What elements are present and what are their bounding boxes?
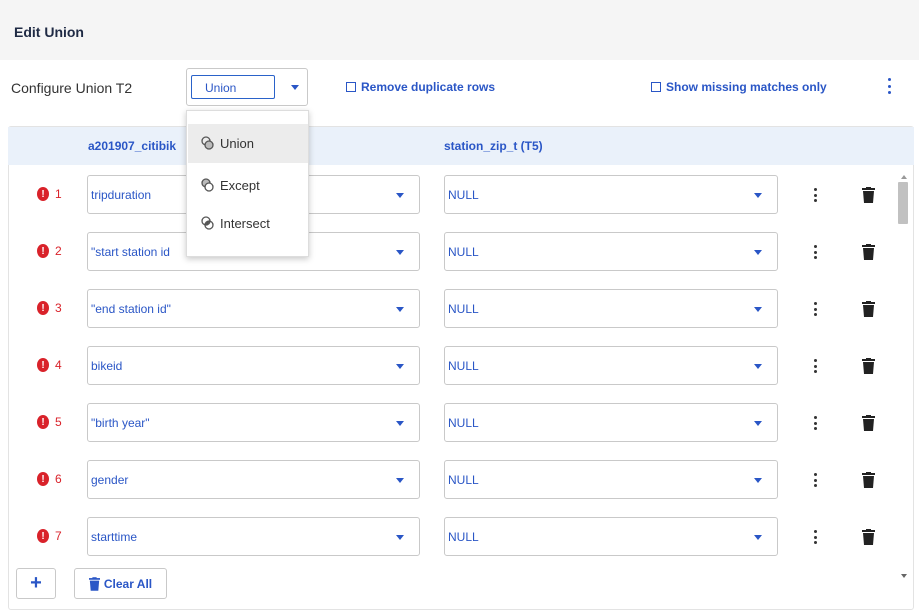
dialog-title: Edit Union <box>14 24 84 40</box>
union-type-value-box: Union <box>191 75 275 99</box>
vertical-scrollbar[interactable] <box>896 166 912 584</box>
trash-icon[interactable] <box>862 358 875 374</box>
chevron-down-icon <box>754 250 762 255</box>
trash-icon[interactable] <box>862 187 875 203</box>
trash-icon[interactable] <box>862 472 875 488</box>
trash-icon[interactable] <box>862 529 875 545</box>
left-column-select[interactable]: "end station id" <box>87 289 420 328</box>
chevron-down-icon <box>396 193 404 198</box>
menu-item-label: Except <box>220 178 260 193</box>
row-number: ! 4 <box>37 358 62 372</box>
column-header-right: station_zip_t (T5) <box>444 139 543 153</box>
right-column-select[interactable]: NULL <box>444 175 778 214</box>
right-column-select[interactable]: NULL <box>444 289 778 328</box>
row-number: ! 1 <box>37 187 62 201</box>
clear-all-button[interactable]: Clear All <box>74 568 167 599</box>
menu-item-intersect[interactable]: Intersect <box>188 204 308 243</box>
set-except-icon <box>201 178 214 192</box>
error-icon: ! <box>37 244 49 258</box>
chevron-down-icon <box>396 421 404 426</box>
row-number: ! 3 <box>37 301 62 315</box>
row-options-icon[interactable] <box>812 245 818 259</box>
right-column-select[interactable]: NULL <box>444 232 778 271</box>
table-header: a201907_citibik station_zip_t (T5) <box>8 127 914 165</box>
right-column-select[interactable]: NULL <box>444 346 778 385</box>
trash-icon <box>88 576 100 591</box>
error-icon: ! <box>37 301 49 315</box>
error-icon: ! <box>37 187 49 201</box>
scroll-up-icon[interactable] <box>901 175 907 179</box>
row-number: ! 6 <box>37 472 62 486</box>
left-column-select[interactable]: bikeid <box>87 346 420 385</box>
trash-icon[interactable] <box>862 301 875 317</box>
dialog-header: Edit Union <box>0 0 919 60</box>
chevron-down-icon <box>291 85 299 90</box>
error-icon: ! <box>37 415 49 429</box>
right-column-select[interactable]: NULL <box>444 403 778 442</box>
union-type-select[interactable]: Union <box>186 68 308 106</box>
chevron-down-icon <box>396 478 404 483</box>
row-options-icon[interactable] <box>812 188 818 202</box>
right-column-select[interactable]: NULL <box>444 517 778 556</box>
column-header-left: a201907_citibik <box>88 139 177 153</box>
union-type-value: Union <box>205 81 237 95</box>
chevron-down-icon <box>754 364 762 369</box>
chevron-down-icon <box>396 535 404 540</box>
error-icon: ! <box>37 529 49 543</box>
checkbox-icon <box>651 82 661 92</box>
left-column-select[interactable]: starttime <box>87 517 420 556</box>
menu-item-label: Intersect <box>220 216 270 231</box>
checkbox-icon <box>346 82 356 92</box>
left-column-select[interactable]: "birth year" <box>87 403 420 442</box>
menu-item-label: Union <box>220 136 254 151</box>
chevron-down-icon <box>754 307 762 312</box>
row-number: ! 2 <box>37 244 62 258</box>
chevron-down-icon <box>396 307 404 312</box>
row-options-icon[interactable] <box>812 530 818 544</box>
row-options-icon[interactable] <box>812 473 818 487</box>
configure-union-label: Configure Union T2 <box>11 80 133 96</box>
error-icon: ! <box>37 358 49 372</box>
trash-icon[interactable] <box>862 244 875 260</box>
scroll-down-icon[interactable] <box>901 574 907 578</box>
row-options-icon[interactable] <box>812 416 818 430</box>
show-missing-checkbox[interactable]: Show missing matches only <box>651 80 827 94</box>
show-missing-label: Show missing matches only <box>666 80 827 94</box>
chevron-down-icon <box>754 535 762 540</box>
scrollbar-thumb[interactable] <box>898 182 908 224</box>
trash-icon[interactable] <box>862 415 875 431</box>
row-number: ! 7 <box>37 529 62 543</box>
chevron-down-icon <box>754 478 762 483</box>
union-type-menu: Union Except Intersect <box>186 110 309 257</box>
row-options-icon[interactable] <box>812 302 818 316</box>
chevron-down-icon <box>754 421 762 426</box>
chevron-down-icon <box>396 364 404 369</box>
chevron-down-icon <box>754 193 762 198</box>
more-options-icon[interactable] <box>886 78 892 94</box>
remove-duplicates-label: Remove duplicate rows <box>361 80 496 94</box>
left-column-select[interactable]: gender <box>87 460 420 499</box>
right-column-select[interactable]: NULL <box>444 460 778 499</box>
remove-duplicates-checkbox[interactable]: Remove duplicate rows <box>346 80 495 94</box>
clear-all-label: Clear All <box>103 576 153 591</box>
set-union-icon <box>201 136 214 150</box>
row-options-icon[interactable] <box>812 359 818 373</box>
row-number: ! 5 <box>37 415 62 429</box>
menu-item-union[interactable]: Union <box>188 124 308 163</box>
add-row-button[interactable]: + <box>16 568 56 599</box>
chevron-down-icon <box>396 250 404 255</box>
error-icon: ! <box>37 472 49 486</box>
set-intersect-icon <box>201 216 214 230</box>
menu-item-except[interactable]: Except <box>188 166 308 205</box>
